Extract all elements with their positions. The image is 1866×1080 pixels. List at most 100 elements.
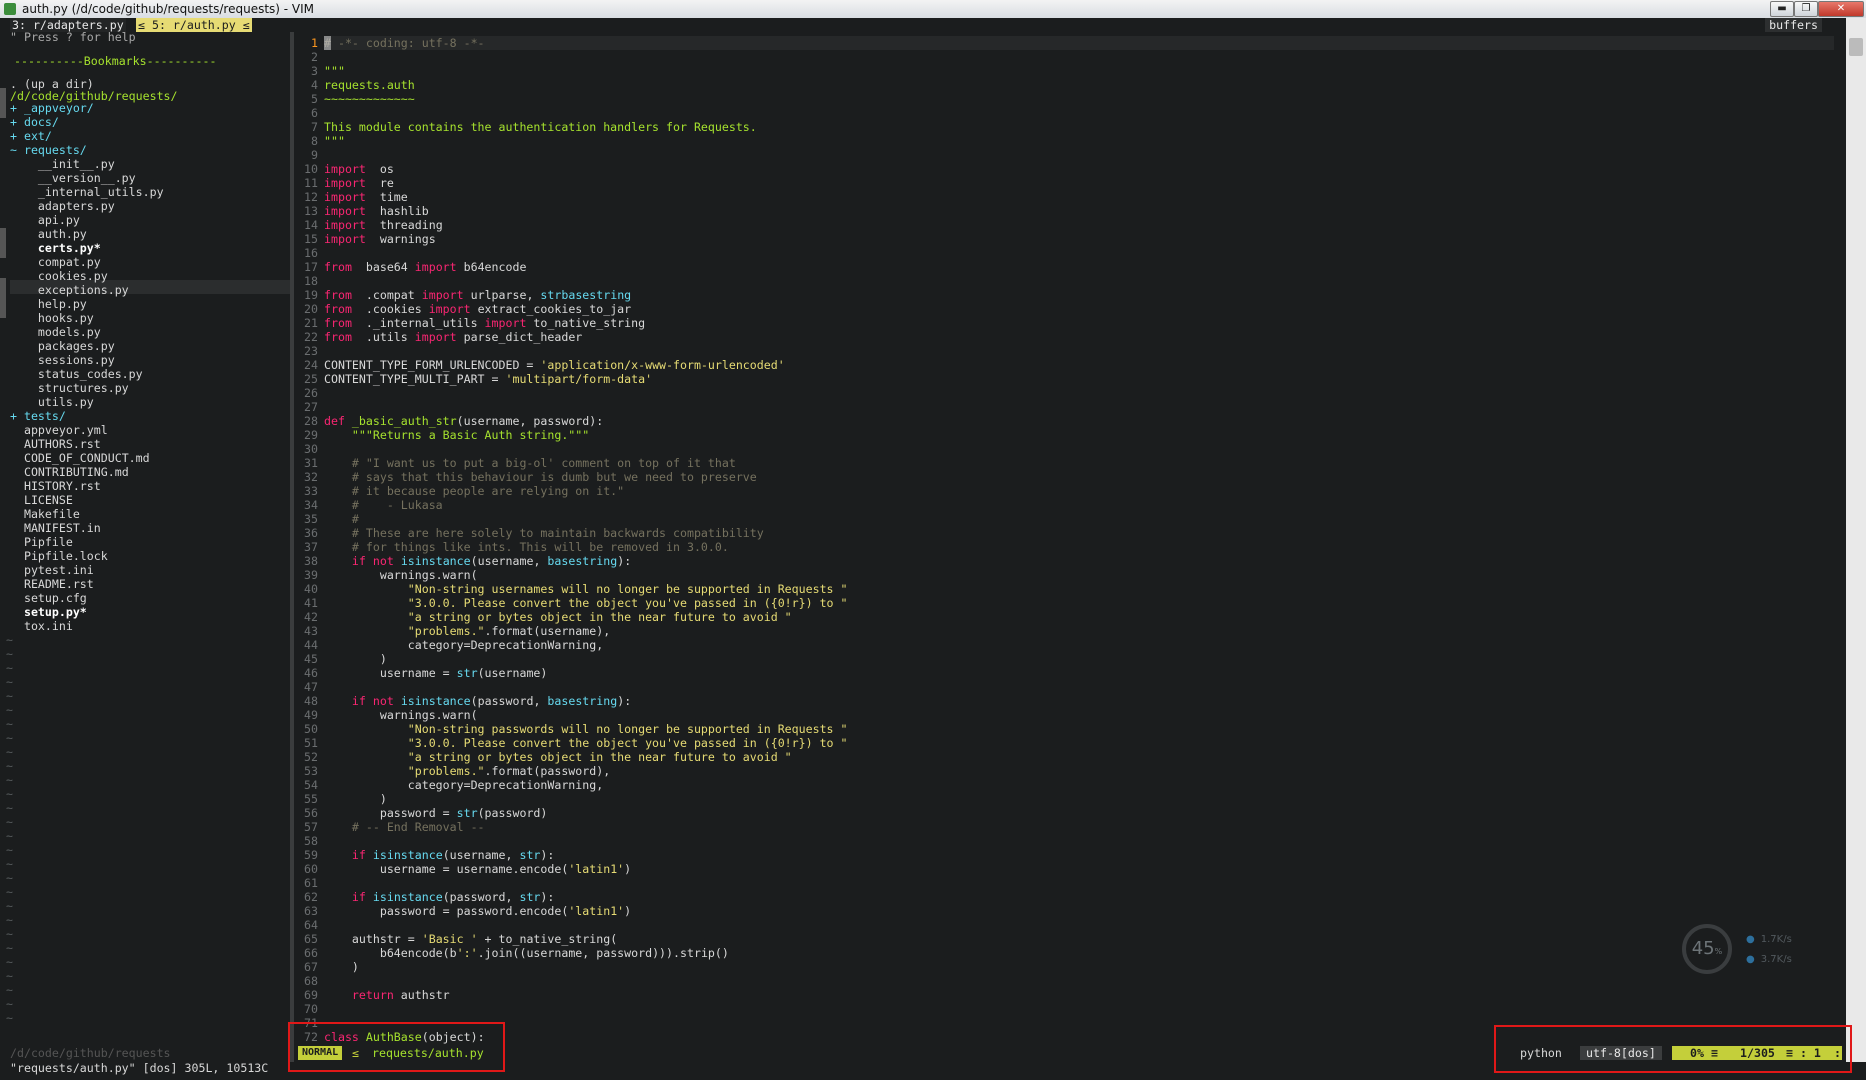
tree-file-item[interactable]: tox.ini bbox=[10, 619, 73, 633]
code-line[interactable]: "a string or bytes object in the near fu… bbox=[324, 750, 792, 764]
code-line[interactable]: # -*- coding: utf-8 -*- bbox=[324, 36, 485, 50]
tree-file-item[interactable]: models.py bbox=[10, 325, 101, 339]
code-line[interactable]: from base64 import b64encode bbox=[324, 260, 526, 274]
code-line[interactable]: ) bbox=[324, 960, 359, 974]
tree-dir-item[interactable]: + _appveyor/ bbox=[10, 101, 94, 115]
code-line[interactable]: if isinstance(password, str): bbox=[324, 890, 554, 904]
code-line[interactable]: # "I want us to put a big-ol' comment on… bbox=[324, 456, 736, 470]
code-line[interactable]: import warnings bbox=[324, 232, 436, 246]
code-line[interactable]: if not isinstance(password, basestring): bbox=[324, 694, 631, 708]
tree-file-item[interactable]: Pipfile.lock bbox=[10, 549, 108, 563]
tree-file-item[interactable]: utils.py bbox=[10, 395, 94, 409]
tree-file-item[interactable]: setup.cfg bbox=[10, 591, 87, 605]
code-line[interactable]: from .cookies import extract_cookies_to_… bbox=[324, 302, 631, 316]
buffers-label[interactable]: buffers bbox=[1765, 18, 1822, 32]
tree-file-item[interactable]: appveyor.yml bbox=[10, 423, 108, 437]
code-line[interactable]: # These are here solely to maintain back… bbox=[324, 526, 764, 540]
tree-file-item[interactable]: LICENSE bbox=[10, 493, 73, 507]
tree-file-item[interactable]: __init__.py bbox=[10, 157, 115, 171]
code-line[interactable]: def _basic_auth_str(username, password): bbox=[324, 414, 603, 428]
tab-auth-active[interactable]: ≤ 5: r/auth.py ≤ bbox=[136, 18, 252, 32]
vertical-scrollbar[interactable] bbox=[1846, 18, 1866, 1062]
tree-file-item[interactable]: MANIFEST.in bbox=[10, 521, 101, 535]
code-line[interactable]: import hashlib bbox=[324, 204, 429, 218]
code-line[interactable]: CONTENT_TYPE_FORM_URLENCODED = 'applicat… bbox=[324, 358, 785, 372]
code-line[interactable]: password = str(password) bbox=[324, 806, 548, 820]
code-line[interactable]: import os bbox=[324, 162, 394, 176]
minimize-button[interactable]: ▬ bbox=[1770, 1, 1794, 17]
code-line[interactable]: import threading bbox=[324, 218, 443, 232]
code-line[interactable]: ) bbox=[324, 792, 387, 806]
maximize-button[interactable]: ❐ bbox=[1794, 1, 1818, 17]
code-line[interactable]: b64encode(b':'.join((username, password)… bbox=[324, 946, 729, 960]
tree-file-item[interactable]: cookies.py bbox=[10, 269, 108, 283]
tree-file-item[interactable]: sessions.py bbox=[10, 353, 115, 367]
code-line[interactable]: username = str(username) bbox=[324, 666, 548, 680]
code-line[interactable]: """Returns a Basic Auth string.""" bbox=[324, 428, 589, 442]
code-line[interactable]: "3.0.0. Please convert the object you've… bbox=[324, 736, 848, 750]
tree-file-item[interactable]: AUTHORS.rst bbox=[10, 437, 101, 451]
code-line[interactable]: if not isinstance(username, basestring): bbox=[324, 554, 631, 568]
tree-file-item[interactable]: HISTORY.rst bbox=[10, 479, 101, 493]
tree-dir-item[interactable]: ~ requests/ bbox=[10, 143, 87, 157]
code-line[interactable]: requests.auth bbox=[324, 78, 415, 92]
tree-file-item[interactable]: CONTRIBUTING.md bbox=[10, 465, 129, 479]
code-line[interactable]: # bbox=[324, 512, 359, 526]
tree-file-item[interactable]: structures.py bbox=[10, 381, 129, 395]
code-editor[interactable]: 1 2 3 4 5 6 7 8 9 10 11 12 13 14 15 16 17 18 19 20 21 22 23 24 2… bbox=[294, 32, 1840, 1050]
code-line[interactable]: "problems.".format(password), bbox=[324, 764, 610, 778]
code-line[interactable]: "problems.".format(username), bbox=[324, 624, 610, 638]
code-line[interactable]: "Non-string passwords will no longer be … bbox=[324, 722, 848, 736]
tree-file-item[interactable]: compat.py bbox=[10, 255, 101, 269]
tree-file-item[interactable]: exceptions.py bbox=[10, 283, 129, 297]
code-line[interactable]: from .compat import urlparse, strbasestr… bbox=[324, 288, 631, 302]
tree-dir-item[interactable]: + ext/ bbox=[10, 129, 52, 143]
tree-file-item[interactable]: api.py bbox=[10, 213, 80, 227]
tree-file-item[interactable]: auth.py bbox=[10, 227, 87, 241]
code-line[interactable]: CONTENT_TYPE_MULTI_PART = 'multipart/for… bbox=[324, 372, 652, 386]
code-line[interactable]: warnings.warn( bbox=[324, 708, 478, 722]
tree-file-item[interactable]: adapters.py bbox=[10, 199, 115, 213]
code-line[interactable]: password = password.encode('latin1') bbox=[324, 904, 631, 918]
code-line[interactable]: category=DeprecationWarning, bbox=[324, 638, 603, 652]
code-line[interactable]: category=DeprecationWarning, bbox=[324, 778, 603, 792]
code-line[interactable]: """ bbox=[324, 64, 345, 78]
code-line[interactable]: from .utils import parse_dict_header bbox=[324, 330, 582, 344]
tree-file-item[interactable]: help.py bbox=[10, 297, 87, 311]
close-button[interactable]: ✕ bbox=[1818, 1, 1864, 17]
code-line[interactable]: """ bbox=[324, 134, 345, 148]
code-line[interactable]: from ._internal_utils import to_native_s… bbox=[324, 316, 645, 330]
code-line[interactable]: # it because people are relying on it." bbox=[324, 484, 624, 498]
tree-file-item[interactable]: pytest.ini bbox=[10, 563, 94, 577]
file-tree-pane[interactable]: " Press ? for help ----------Bookmarks--… bbox=[0, 30, 290, 1048]
code-line[interactable]: # -- End Removal -- bbox=[324, 820, 485, 834]
tree-file-item[interactable]: Makefile bbox=[10, 507, 80, 521]
code-line[interactable]: "a string or bytes object in the near fu… bbox=[324, 610, 792, 624]
code-line[interactable]: username = username.encode('latin1') bbox=[324, 862, 631, 876]
tree-file-item[interactable]: __version__.py bbox=[10, 171, 136, 185]
tree-file-item[interactable]: hooks.py bbox=[10, 311, 94, 325]
tree-dir-item[interactable]: + docs/ bbox=[10, 115, 59, 129]
code-line[interactable]: warnings.warn( bbox=[324, 568, 478, 582]
tree-file-item[interactable]: setup.py* bbox=[10, 605, 87, 619]
scrollbar-thumb[interactable] bbox=[1849, 38, 1863, 56]
code-line[interactable]: import time bbox=[324, 190, 408, 204]
code-line[interactable]: "Non-string usernames will no longer be … bbox=[324, 582, 848, 596]
code-line[interactable]: if isinstance(username, str): bbox=[324, 848, 554, 862]
tree-file-item[interactable]: packages.py bbox=[10, 339, 115, 353]
window-title-bar[interactable]: auth.py (/d/code/github/requests/request… bbox=[0, 0, 1866, 18]
code-line[interactable]: authstr = 'Basic ' + to_native_string( bbox=[324, 932, 617, 946]
code-line[interactable]: "3.0.0. Please convert the object you've… bbox=[324, 596, 848, 610]
code-line[interactable]: ~~~~~~~~~~~~~ bbox=[324, 92, 415, 106]
code-line[interactable]: This module contains the authentication … bbox=[324, 120, 757, 134]
code-line[interactable]: import re bbox=[324, 176, 394, 190]
tree-file-item[interactable]: CODE_OF_CONDUCT.md bbox=[10, 451, 150, 465]
tree-dir-item[interactable]: + tests/ bbox=[10, 409, 66, 423]
tree-file-item[interactable]: README.rst bbox=[10, 577, 94, 591]
code-line[interactable]: return authstr bbox=[324, 988, 450, 1002]
code-line[interactable]: ) bbox=[324, 652, 387, 666]
tree-file-item[interactable]: Pipfile bbox=[10, 535, 73, 549]
code-line[interactable]: # for things like ints. This will be rem… bbox=[324, 540, 729, 554]
tree-file-item[interactable]: status_codes.py bbox=[10, 367, 143, 381]
code-line[interactable]: # - Lukasa bbox=[324, 498, 443, 512]
